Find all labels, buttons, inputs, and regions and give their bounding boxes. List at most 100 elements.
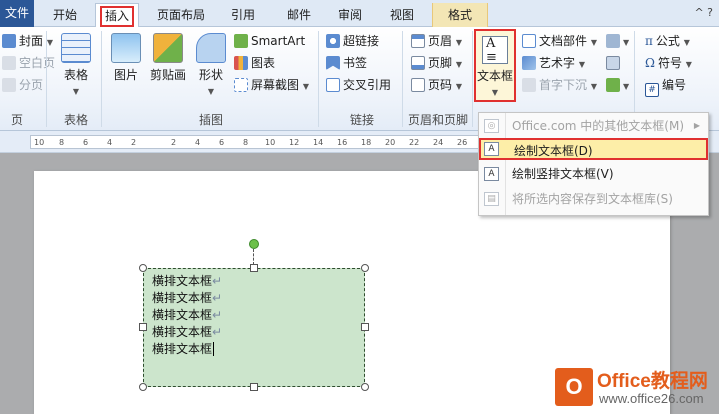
resize-handle[interactable] (139, 264, 147, 272)
tab-insert[interactable]: 插入 (95, 3, 139, 28)
tab-format[interactable]: 格式 (432, 3, 488, 27)
ruler-number: 22 (409, 138, 420, 147)
text-box[interactable]: 横排文本框↵ 横排文本框↵ 横排文本框↵ 横排文本框↵ 横排文本框 (143, 268, 365, 387)
menu-item-draw-vertical-textbox[interactable]: A 绘制竖排文本框(V) (479, 163, 708, 185)
resize-handle[interactable] (250, 383, 258, 391)
cross-reference-button[interactable]: 交叉引用 (326, 76, 391, 94)
pi-icon: π (645, 34, 653, 48)
hyperlink-button[interactable]: 超链接 (326, 32, 379, 50)
textbox-button[interactable]: A ≡ 文本框 ▼ (474, 29, 516, 102)
rotation-handle[interactable] (249, 239, 259, 249)
quick-parts-icon (522, 34, 536, 48)
footer-button[interactable]: 页脚 ▼ (411, 54, 462, 72)
wordart-icon (522, 56, 536, 70)
drop-cap-button[interactable]: 首字下沉 ▼ (522, 76, 597, 94)
object-button[interactable]: ▼ (606, 76, 629, 94)
submenu-arrow-icon: ▶ (693, 121, 700, 130)
tab-view[interactable]: 视图 (384, 3, 420, 27)
equation-button[interactable]: π 公式 ▼ (645, 32, 690, 50)
textbox-dropdown-menu: ◎ Office.com 中的其他文本框(M) ▶ A 绘制文本框(D) A 绘制竖排文… (478, 112, 709, 216)
ruler-number: 4 (195, 138, 201, 147)
number-button[interactable]: # 编号 (645, 76, 686, 97)
cover-page-icon (2, 34, 16, 48)
wordart-label: 艺术字 (539, 56, 576, 70)
page-number-label: 页码 (428, 78, 453, 92)
textbox-line: 横排文本框↵ (152, 325, 223, 339)
resize-handle[interactable] (361, 383, 369, 391)
tab-page-layout[interactable]: 页面布局 (150, 3, 212, 27)
help-icon[interactable]: ^ ? (694, 6, 713, 19)
watermark-url: www.office26.com (599, 391, 704, 406)
menu-item-save-selection[interactable]: ▤ 将所选内容保存到文本框库(S) (479, 188, 708, 210)
resize-handle[interactable] (361, 323, 369, 331)
screenshot-label: 屏幕截图 (251, 78, 300, 92)
shapes-icon (196, 33, 226, 63)
ruler-number: 12 (289, 138, 300, 147)
page-number-icon (411, 78, 425, 92)
clipart-label: 剪贴画 (149, 68, 186, 82)
tab-references[interactable]: 引用 (225, 3, 261, 27)
page-number-button[interactable]: 页码 ▼ (411, 76, 462, 94)
tab-review[interactable]: 审阅 (332, 3, 368, 27)
tab-file[interactable]: 文件 (0, 0, 34, 27)
picture-icon (111, 33, 141, 63)
wordart-button[interactable]: 艺术字 ▼ (522, 54, 585, 72)
hyperlink-label: 超链接 (343, 34, 380, 48)
ruler-number: 2 (171, 138, 177, 147)
chart-button[interactable]: 图表 (234, 54, 275, 72)
tab-home[interactable]: 开始 (48, 3, 82, 27)
cross-reference-label: 交叉引用 (343, 78, 392, 92)
equation-label: 公式 (655, 34, 680, 48)
bookmark-button[interactable]: 书签 (326, 54, 367, 72)
menu-item-draw-textbox[interactable]: A 绘制文本框(D) (479, 138, 708, 160)
ruler-number: 24 (433, 138, 444, 147)
group-title-table: 表格 (63, 113, 88, 127)
smartart-icon (234, 34, 248, 48)
menu-item-more-textboxes[interactable]: ◎ Office.com 中的其他文本框(M) ▶ (479, 115, 708, 137)
shapes-button[interactable]: 形状 ▼ (192, 33, 230, 97)
ruler-number: 14 (313, 138, 324, 147)
clipart-icon (153, 33, 183, 63)
ribbon-tab-bar: 文件 开始 插入 页面布局 引用 邮件 审阅 视图 格式 ^ ? (0, 0, 719, 28)
symbol-button[interactable]: Ω 符号 ▼ (645, 54, 692, 72)
resize-handle[interactable] (361, 264, 369, 272)
screenshot-button[interactable]: 屏幕截图 ▼ (234, 76, 309, 94)
signature-line-button[interactable]: ▼ (606, 32, 629, 50)
drop-cap-icon (522, 78, 536, 92)
table-label: 表格 (63, 68, 88, 82)
object-icon (606, 78, 620, 92)
blank-page-label: 空白页 (19, 56, 56, 70)
symbol-label: 符号 (657, 56, 682, 70)
resize-handle[interactable] (139, 323, 147, 331)
save-to-gallery-icon: ▤ (484, 192, 499, 206)
ruler-bar[interactable]: 10 8 6 4 2 2 4 6 8 10 12 14 16 18 20 22 … (30, 135, 510, 149)
watermark: O Office教程网 www.office26.com (553, 364, 719, 414)
resize-handle[interactable] (250, 264, 258, 272)
textbox-line: 横排文本框 (152, 342, 215, 356)
tab-mailings[interactable]: 邮件 (281, 3, 317, 27)
group-title-pages: 页 (10, 113, 23, 127)
smartart-label: SmartArt (251, 34, 306, 48)
page-break-button[interactable]: 分页 (2, 76, 43, 94)
group-separator (46, 31, 47, 127)
resize-handle[interactable] (139, 383, 147, 391)
ruler-number: 8 (59, 138, 65, 147)
header-button[interactable]: 页眉 ▼ (411, 32, 462, 50)
group-title-header-footer: 页眉和页脚 (407, 113, 468, 127)
ruler-number: 20 (385, 138, 396, 147)
blank-page-button[interactable]: 空白页 (2, 54, 55, 72)
hyperlink-icon (326, 34, 340, 48)
drop-cap-label: 首字下沉 (539, 78, 588, 92)
picture-button[interactable]: 图片 (106, 33, 146, 83)
clipart-button[interactable]: 剪贴画 (146, 33, 190, 83)
group-separator (318, 31, 319, 127)
page-break-icon (2, 78, 16, 92)
table-button[interactable]: 表格 ▼ (56, 33, 96, 97)
date-time-button[interactable] (606, 54, 623, 72)
picture-label: 图片 (113, 68, 138, 82)
bookmark-icon (326, 56, 340, 70)
menu-item-label: 将所选内容保存到文本框库(S) (512, 192, 673, 206)
quick-parts-button[interactable]: 文档部件 ▼ (522, 32, 597, 50)
draw-textbox-icon: A (484, 142, 499, 156)
smartart-button[interactable]: SmartArt (234, 32, 305, 50)
